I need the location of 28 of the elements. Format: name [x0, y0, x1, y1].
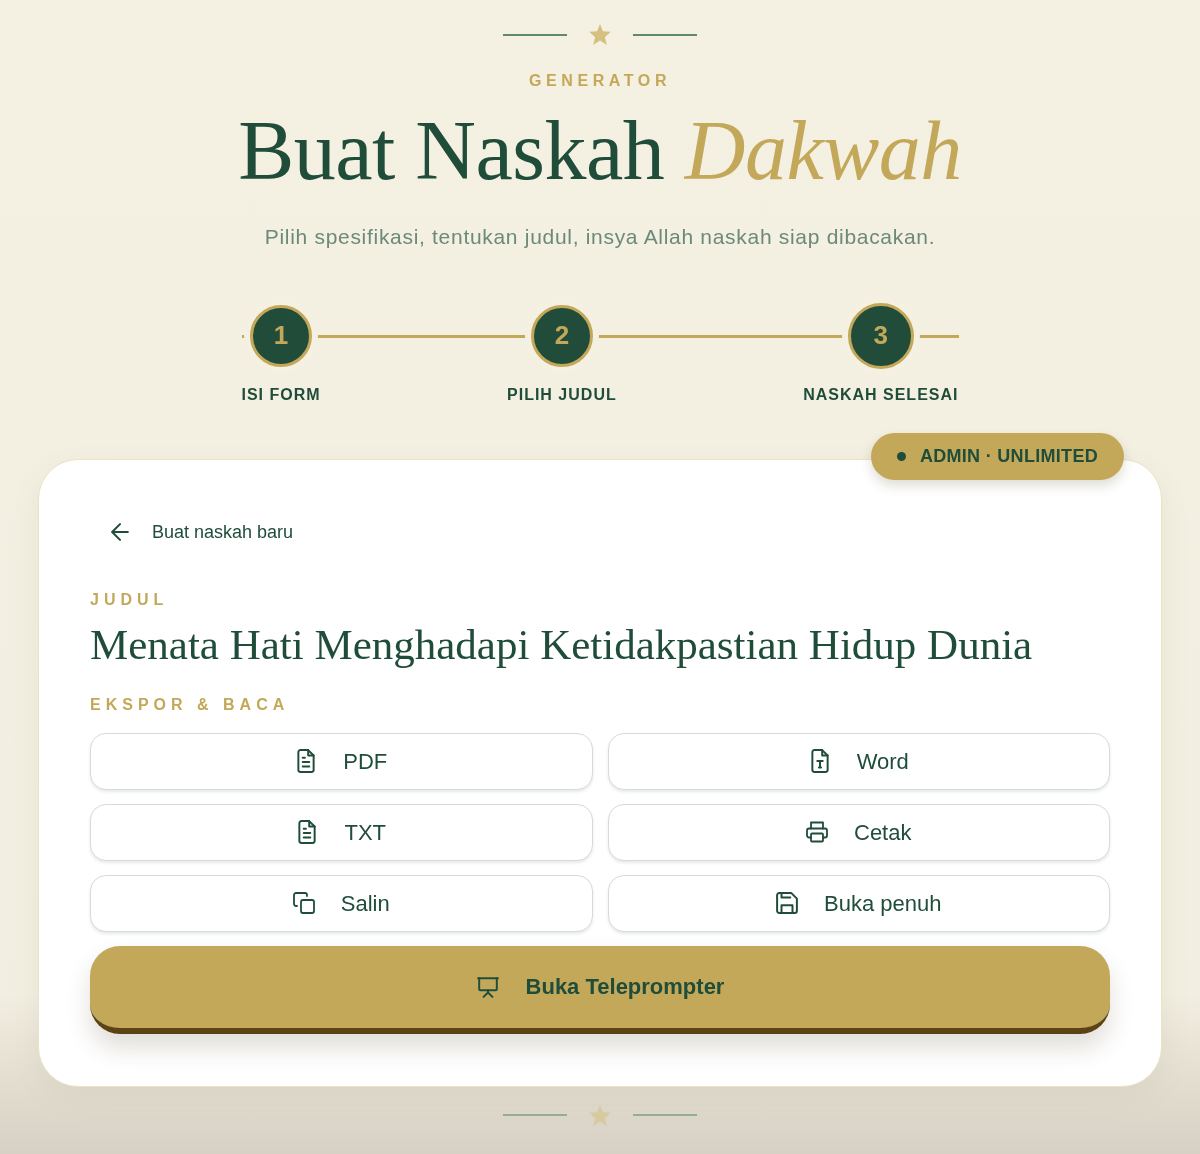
page-title: Buat Naskah Dakwah — [238, 109, 962, 193]
section-label: JUDUL — [90, 589, 170, 610]
step-label: ISI FORM — [241, 384, 321, 405]
export-button[interactable]: TXT — [90, 803, 593, 861]
script-title: Menata Hati Menghadapi Ketidakpastian Hidup Dunia — [90, 619, 1034, 669]
printer-icon — [806, 820, 828, 845]
copy-icon — [292, 891, 315, 916]
step-label: NASKAH SELESAI — [803, 384, 959, 405]
teleprompter-button[interactable]: Buka Teleprompter — [90, 945, 1110, 1034]
star-icon — [589, 24, 611, 45]
back-link[interactable]: Buat naskah baru — [90, 514, 294, 550]
text-file-icon — [808, 749, 831, 774]
section-label: EKSPOR & BACA — [90, 694, 291, 715]
export-button[interactable]: Salin — [90, 874, 593, 932]
document-icon — [296, 820, 319, 845]
export-button[interactable]: Word — [607, 732, 1110, 790]
page-subtitle: Pilih spesifikasi, tentukan judul, insya Allah naskah siap dibacakan. — [264, 224, 936, 250]
export-button[interactable]: Cetak — [607, 803, 1110, 861]
document-icon — [295, 749, 318, 774]
status-dot-icon — [896, 451, 906, 461]
export-button[interactable]: PDF — [90, 732, 593, 790]
arrow-left-icon — [110, 523, 130, 541]
presentation-board-icon — [475, 975, 500, 998]
eyebrow-label: GENERATOR — [528, 71, 672, 91]
step-label: PILIH JUDUL — [507, 384, 617, 405]
star-icon — [589, 1104, 611, 1126]
export-button[interactable]: Buka penuh — [607, 874, 1110, 932]
badge-text: ADMIN · UNLIMITED — [919, 444, 1098, 468]
